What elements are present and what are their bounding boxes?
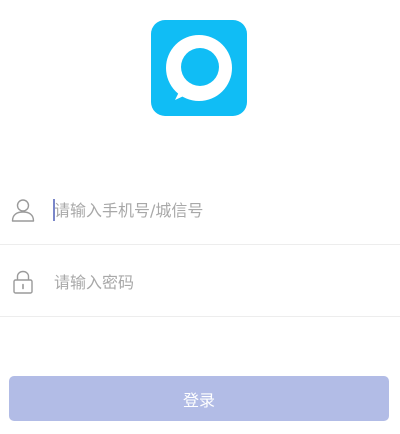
app-logo [151, 20, 247, 116]
login-button[interactable]: 登录 [9, 376, 389, 421]
phone-field-row [0, 175, 400, 245]
password-field-row [0, 247, 400, 317]
user-icon [10, 197, 36, 223]
chat-bubble-icon [166, 35, 232, 101]
lock-icon [10, 269, 36, 295]
text-cursor [53, 199, 55, 221]
phone-input[interactable] [52, 195, 384, 225]
password-input[interactable] [52, 267, 384, 297]
